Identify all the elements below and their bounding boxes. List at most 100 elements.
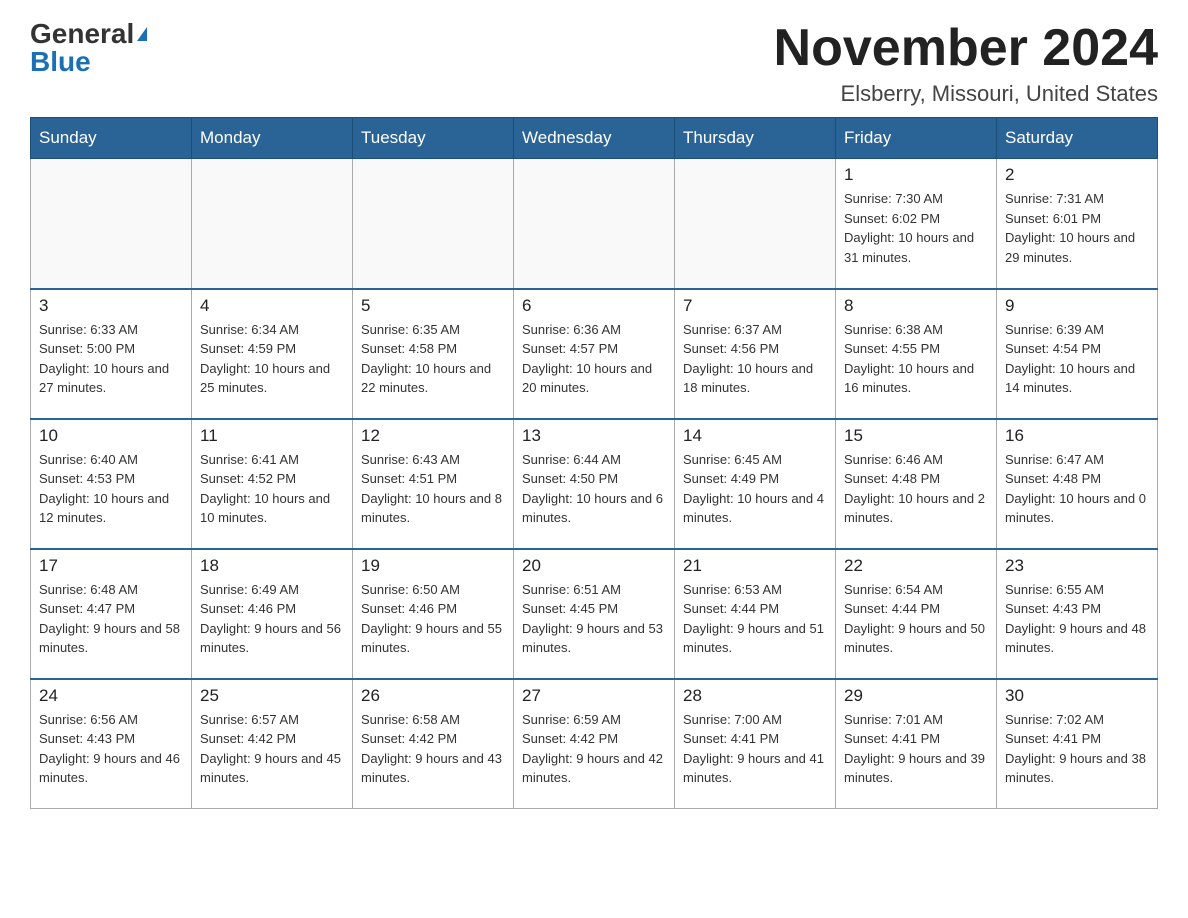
calendar-week-row: 24 Sunrise: 6:56 AMSunset: 4:43 PMDayligh… (31, 679, 1158, 809)
day-info: Sunrise: 6:54 AMSunset: 4:44 PMDaylight:… (844, 580, 988, 658)
calendar-cell (353, 159, 514, 289)
day-info: Sunrise: 6:41 AMSunset: 4:52 PMDaylight:… (200, 450, 344, 528)
day-info: Sunrise: 7:01 AMSunset: 4:41 PMDaylight:… (844, 710, 988, 788)
column-header-wednesday: Wednesday (514, 118, 675, 159)
calendar-header-row: SundayMondayTuesdayWednesdayThursdayFrid… (31, 118, 1158, 159)
calendar-cell: 11 Sunrise: 6:41 AMSunset: 4:52 PMDayligh… (192, 419, 353, 549)
day-number: 8 (844, 296, 988, 316)
day-number: 23 (1005, 556, 1149, 576)
calendar-cell: 29 Sunrise: 7:01 AMSunset: 4:41 PMDayligh… (836, 679, 997, 809)
day-info: Sunrise: 6:35 AMSunset: 4:58 PMDaylight:… (361, 320, 505, 398)
calendar-cell: 1 Sunrise: 7:30 AMSunset: 6:02 PMDaylight… (836, 159, 997, 289)
location-text: Elsberry, Missouri, United States (774, 81, 1158, 107)
day-info: Sunrise: 7:00 AMSunset: 4:41 PMDaylight:… (683, 710, 827, 788)
column-header-friday: Friday (836, 118, 997, 159)
day-number: 16 (1005, 426, 1149, 446)
calendar-cell: 28 Sunrise: 7:00 AMSunset: 4:41 PMDayligh… (675, 679, 836, 809)
day-number: 12 (361, 426, 505, 446)
day-number: 6 (522, 296, 666, 316)
day-info: Sunrise: 6:47 AMSunset: 4:48 PMDaylight:… (1005, 450, 1149, 528)
calendar-cell: 22 Sunrise: 6:54 AMSunset: 4:44 PMDayligh… (836, 549, 997, 679)
day-info: Sunrise: 6:58 AMSunset: 4:42 PMDaylight:… (361, 710, 505, 788)
day-number: 24 (39, 686, 183, 706)
calendar-cell: 4 Sunrise: 6:34 AMSunset: 4:59 PMDaylight… (192, 289, 353, 419)
day-info: Sunrise: 7:31 AMSunset: 6:01 PMDaylight:… (1005, 189, 1149, 267)
day-info: Sunrise: 6:43 AMSunset: 4:51 PMDaylight:… (361, 450, 505, 528)
day-number: 28 (683, 686, 827, 706)
logo-blue-text: Blue (30, 48, 91, 76)
calendar-cell (675, 159, 836, 289)
calendar-cell: 5 Sunrise: 6:35 AMSunset: 4:58 PMDaylight… (353, 289, 514, 419)
title-block: November 2024 Elsberry, Missouri, United… (774, 20, 1158, 107)
day-info: Sunrise: 6:36 AMSunset: 4:57 PMDaylight:… (522, 320, 666, 398)
column-header-tuesday: Tuesday (353, 118, 514, 159)
day-info: Sunrise: 6:57 AMSunset: 4:42 PMDaylight:… (200, 710, 344, 788)
calendar-cell: 25 Sunrise: 6:57 AMSunset: 4:42 PMDayligh… (192, 679, 353, 809)
calendar-cell: 2 Sunrise: 7:31 AMSunset: 6:01 PMDaylight… (997, 159, 1158, 289)
calendar-cell: 3 Sunrise: 6:33 AMSunset: 5:00 PMDaylight… (31, 289, 192, 419)
page-header: General Blue November 2024 Elsberry, Mis… (30, 20, 1158, 107)
day-info: Sunrise: 6:49 AMSunset: 4:46 PMDaylight:… (200, 580, 344, 658)
day-info: Sunrise: 6:59 AMSunset: 4:42 PMDaylight:… (522, 710, 666, 788)
day-number: 22 (844, 556, 988, 576)
calendar-cell: 12 Sunrise: 6:43 AMSunset: 4:51 PMDayligh… (353, 419, 514, 549)
day-info: Sunrise: 6:55 AMSunset: 4:43 PMDaylight:… (1005, 580, 1149, 658)
calendar-cell: 14Sunrise: 6:45 AMSunset: 4:49 PMDayligh… (675, 419, 836, 549)
day-info: Sunrise: 6:33 AMSunset: 5:00 PMDaylight:… (39, 320, 183, 398)
logo: General Blue (30, 20, 147, 76)
calendar-week-row: 1 Sunrise: 7:30 AMSunset: 6:02 PMDaylight… (31, 159, 1158, 289)
calendar-cell: 7Sunrise: 6:37 AMSunset: 4:56 PMDaylight… (675, 289, 836, 419)
day-number: 2 (1005, 165, 1149, 185)
day-number: 29 (844, 686, 988, 706)
day-number: 13 (522, 426, 666, 446)
day-number: 26 (361, 686, 505, 706)
calendar-cell: 10 Sunrise: 6:40 AMSunset: 4:53 PMDayligh… (31, 419, 192, 549)
column-header-thursday: Thursday (675, 118, 836, 159)
day-info: Sunrise: 6:53 AMSunset: 4:44 PMDaylight:… (683, 580, 827, 658)
day-number: 10 (39, 426, 183, 446)
logo-triangle-icon (137, 27, 147, 41)
month-title: November 2024 (774, 20, 1158, 77)
day-info: Sunrise: 6:39 AMSunset: 4:54 PMDaylight:… (1005, 320, 1149, 398)
calendar-cell: 15 Sunrise: 6:46 AMSunset: 4:48 PMDayligh… (836, 419, 997, 549)
day-info: Sunrise: 7:30 AMSunset: 6:02 PMDaylight:… (844, 189, 988, 267)
calendar-cell: 16 Sunrise: 6:47 AMSunset: 4:48 PMDayligh… (997, 419, 1158, 549)
day-info: Sunrise: 6:51 AMSunset: 4:45 PMDaylight:… (522, 580, 666, 658)
column-header-sunday: Sunday (31, 118, 192, 159)
day-info: Sunrise: 6:56 AMSunset: 4:43 PMDaylight:… (39, 710, 183, 788)
day-info: Sunrise: 6:44 AMSunset: 4:50 PMDaylight:… (522, 450, 666, 528)
day-number: 11 (200, 426, 344, 446)
calendar-week-row: 3 Sunrise: 6:33 AMSunset: 5:00 PMDaylight… (31, 289, 1158, 419)
column-header-monday: Monday (192, 118, 353, 159)
day-number: 19 (361, 556, 505, 576)
calendar-week-row: 10 Sunrise: 6:40 AMSunset: 4:53 PMDayligh… (31, 419, 1158, 549)
calendar-cell: 6 Sunrise: 6:36 AMSunset: 4:57 PMDaylight… (514, 289, 675, 419)
calendar-cell: 8 Sunrise: 6:38 AMSunset: 4:55 PMDaylight… (836, 289, 997, 419)
day-info: Sunrise: 6:45 AMSunset: 4:49 PMDaylight:… (683, 450, 827, 528)
calendar-table: SundayMondayTuesdayWednesdayThursdayFrid… (30, 117, 1158, 809)
calendar-cell (31, 159, 192, 289)
day-number: 25 (200, 686, 344, 706)
day-number: 3 (39, 296, 183, 316)
day-number: 27 (522, 686, 666, 706)
calendar-cell: 9 Sunrise: 6:39 AMSunset: 4:54 PMDaylight… (997, 289, 1158, 419)
day-info: Sunrise: 6:40 AMSunset: 4:53 PMDaylight:… (39, 450, 183, 528)
day-info: Sunrise: 6:34 AMSunset: 4:59 PMDaylight:… (200, 320, 344, 398)
calendar-cell: 17Sunrise: 6:48 AMSunset: 4:47 PMDayligh… (31, 549, 192, 679)
day-number: 5 (361, 296, 505, 316)
day-info: Sunrise: 6:38 AMSunset: 4:55 PMDaylight:… (844, 320, 988, 398)
column-header-saturday: Saturday (997, 118, 1158, 159)
day-number: 4 (200, 296, 344, 316)
calendar-cell: 20 Sunrise: 6:51 AMSunset: 4:45 PMDayligh… (514, 549, 675, 679)
day-number: 20 (522, 556, 666, 576)
day-number: 9 (1005, 296, 1149, 316)
day-number: 17 (39, 556, 183, 576)
day-number: 7 (683, 296, 827, 316)
calendar-cell: 26 Sunrise: 6:58 AMSunset: 4:42 PMDayligh… (353, 679, 514, 809)
calendar-cell (192, 159, 353, 289)
day-info: Sunrise: 6:46 AMSunset: 4:48 PMDaylight:… (844, 450, 988, 528)
day-number: 15 (844, 426, 988, 446)
day-info: Sunrise: 6:50 AMSunset: 4:46 PMDaylight:… (361, 580, 505, 658)
day-number: 1 (844, 165, 988, 185)
day-number: 30 (1005, 686, 1149, 706)
